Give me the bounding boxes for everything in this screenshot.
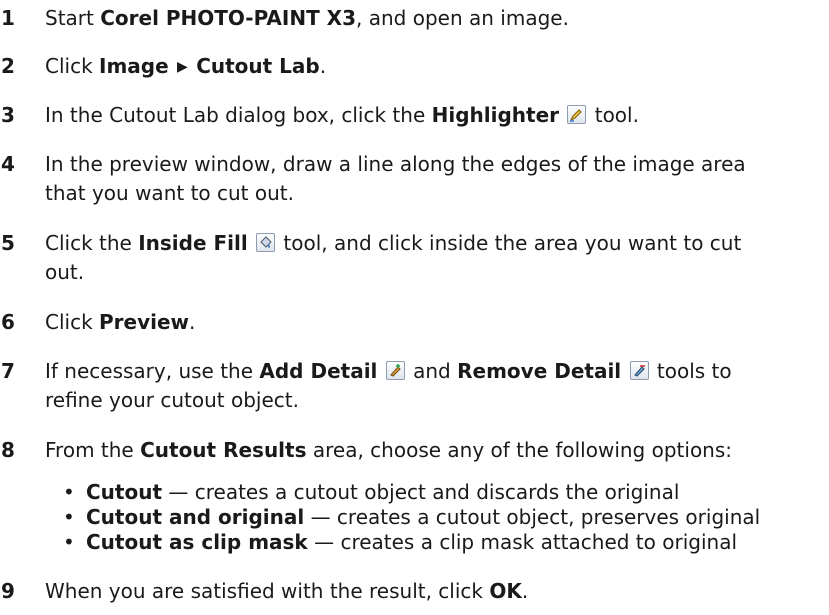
option-label: Cutout and original (86, 505, 305, 529)
option-label: Cutout (86, 480, 163, 504)
step-text: Click the Inside Fill tool, and click in… (45, 231, 742, 284)
tool-name: Highlighter (431, 103, 560, 127)
step-text: If necessary, use the Add Detail and Rem… (45, 359, 732, 412)
bullet-icon: • (63, 480, 75, 504)
option-description: — creates a cutout object, preserves ori… (304, 505, 761, 529)
tool-name: Add Detail (259, 359, 378, 383)
step-number: 6 (1, 310, 15, 334)
step-number: 2 (1, 54, 15, 78)
step-number: 7 (1, 359, 15, 383)
menu-image: Image (99, 54, 169, 78)
step-number: 1 (1, 6, 15, 30)
ok-label: OK (489, 579, 522, 603)
app-name: Corel PHOTO-PAINT X3 (100, 6, 357, 30)
step-text: In the preview window, draw a line along… (45, 152, 746, 205)
option-description: — creates a cutout object and discards t… (162, 480, 680, 504)
remove-detail-icon (629, 361, 649, 380)
instruction-steps: 1 Start Corel PHOTO-PAINT X3, and open a… (0, 0, 829, 615)
option-description: — creates a clip mask attached to origin… (307, 530, 738, 554)
step-text: In the Cutout Lab dialog box, click the … (45, 103, 639, 127)
tool-name: Remove Detail (457, 359, 622, 383)
step-text: When you are satisfied with the result, … (45, 579, 529, 603)
menu-cutout-lab: Cutout Lab (196, 54, 320, 78)
step-text: Click Image ▶ Cutout Lab. (45, 52, 820, 82)
preview-label: Preview (99, 310, 190, 334)
tool-name: Inside Fill (138, 231, 248, 255)
highlighter-icon (567, 105, 587, 124)
bullet-icon: • (63, 530, 75, 554)
inside-fill-icon (256, 233, 276, 252)
menu-arrow-icon: ▶ (177, 59, 188, 75)
step-number: 8 (1, 438, 15, 462)
step-text: From the Cutout Results area, choose any… (45, 438, 733, 462)
add-detail-icon (385, 361, 405, 380)
option-label: Cutout as clip mask (86, 530, 308, 554)
step-number: 3 (1, 103, 15, 127)
step-number: 4 (1, 152, 15, 176)
step-text: Start Corel PHOTO-PAINT X3, and open an … (45, 6, 569, 30)
step-number: 5 (1, 231, 15, 255)
step-text: Click Preview. (45, 310, 196, 334)
bullet-icon: • (63, 505, 75, 529)
step-number: 9 (1, 579, 15, 603)
section-name: Cutout Results (140, 438, 307, 462)
